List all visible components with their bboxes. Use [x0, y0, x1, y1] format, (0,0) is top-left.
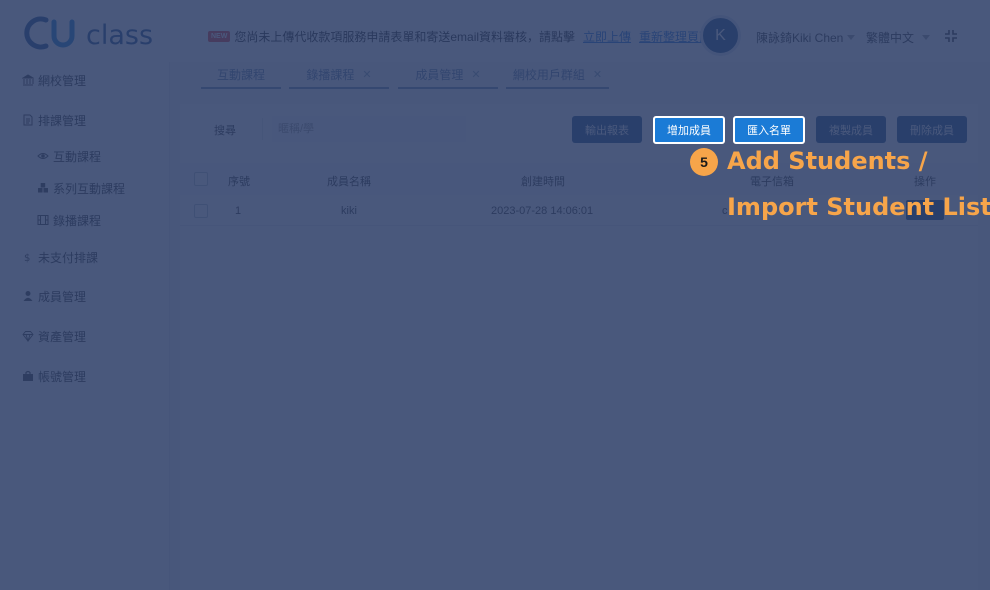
sidebar-item-label: 資產管理	[38, 329, 87, 344]
cell-created: 2023-07-28 14:06:01	[491, 205, 594, 217]
sidebar-item-label: 排課管理	[38, 113, 87, 128]
top-bar: class NEW 您尚未上傳代收款項服務申請表單和寄送email資料審核，請點…	[0, 0, 990, 62]
row-checkbox[interactable]	[194, 204, 208, 218]
import-list-button[interactable]: 匯入名單	[733, 116, 805, 144]
sidebar	[0, 62, 170, 590]
step-number-badge: 5	[690, 148, 718, 176]
delete-member-button[interactable]: 刪除成員	[897, 116, 967, 143]
close-icon[interactable]: ✕	[593, 68, 602, 81]
film-icon	[37, 215, 49, 225]
column-header-index: 序號	[228, 176, 250, 188]
dollar-icon: $	[24, 253, 30, 263]
chevron-down-icon	[847, 35, 856, 40]
sidebar-item-label: 成員管理	[38, 289, 87, 304]
tab-bar: 互動課程 錄播課程 ✕ 成員管理 ✕ 網校用戶群組 ✕	[200, 62, 610, 90]
sidebar-item-label: 未支付排課	[38, 250, 99, 265]
sidebar-item-label: 帳號管理	[38, 369, 87, 384]
avatar[interactable]: K	[700, 15, 741, 56]
search-input[interactable]	[272, 116, 466, 142]
close-icon[interactable]: ✕	[471, 68, 480, 81]
sidebar-item-members[interactable]: 成員管理	[22, 287, 86, 305]
sidebar-item-assets[interactable]: 資產管理	[22, 327, 86, 345]
sidebar-item-label: 系列互動課程	[53, 181, 126, 196]
language-select[interactable]: 繁體中文	[866, 29, 931, 46]
callout-line-2: Import Student List	[727, 193, 990, 221]
sidebar-item-label: 網校管理	[38, 73, 87, 88]
user-icon	[23, 291, 33, 301]
tab-label: 網校用戶群組	[512, 68, 585, 82]
sidebar-item-series-courses[interactable]: 系列互動課程	[37, 179, 125, 197]
diamond-icon	[22, 331, 34, 342]
eye-icon	[37, 153, 49, 159]
compress-icon[interactable]	[944, 29, 958, 43]
svg-text:$: $	[24, 253, 30, 263]
divider	[262, 118, 263, 140]
logo-wordmark: class	[86, 20, 153, 51]
bank-icon	[22, 74, 34, 86]
upload-now-link[interactable]: 立即上傳	[583, 28, 631, 45]
column-header-name: 成員名稱	[327, 176, 371, 188]
sidebar-item-school[interactable]: 網校管理	[22, 71, 86, 89]
select-all-checkbox[interactable]	[194, 172, 208, 186]
user-menu[interactable]: 陳詠錡Kiki Chen	[756, 29, 856, 46]
column-header-actions: 操作	[914, 176, 936, 188]
copy-member-button[interactable]: 複製成員	[816, 116, 886, 143]
sidebar-item-interactive-courses[interactable]: 互動課程	[37, 147, 101, 165]
tab-interactive-courses[interactable]: 互動課程	[201, 62, 281, 89]
tab-recorded-courses[interactable]: 錄播課程 ✕	[289, 62, 389, 89]
sidebar-item-scheduling[interactable]: 排課管理	[22, 111, 86, 129]
cell-index: 1	[235, 205, 242, 217]
tab-label: 錄播課程	[306, 68, 355, 82]
chevron-down-icon	[922, 35, 931, 40]
app-window: class NEW 您尚未上傳代收款項服務申請表單和寄送email資料審核，請點…	[0, 0, 990, 590]
new-badge: NEW	[208, 30, 231, 42]
callout-line-1: Add Students /	[727, 147, 928, 175]
tab-label: 成員管理	[415, 68, 464, 82]
tab-user-groups[interactable]: 網校用戶群組 ✕	[506, 62, 609, 89]
document-icon	[23, 114, 33, 126]
export-report-button[interactable]: 輸出報表	[572, 116, 642, 143]
tab-label: 互動課程	[216, 68, 265, 82]
sidebar-item-label: 互動課程	[53, 149, 102, 164]
sidebar-item-label: 錄播課程	[53, 213, 102, 228]
sidebar-item-account[interactable]: 帳號管理	[22, 367, 86, 385]
cell-name: kiki	[341, 205, 357, 217]
search-label: 搜尋	[214, 125, 236, 137]
notice-text: 您尚未上傳代收款項服務申請表單和寄送email資料審核，請點擊	[234, 29, 576, 44]
user-name: 陳詠錡Kiki Chen	[756, 31, 844, 45]
sidebar-item-unpaid[interactable]: $ 未支付排課	[22, 248, 98, 266]
cubes-icon	[38, 183, 48, 193]
column-header-created: 創建時間	[521, 176, 565, 188]
cuclass-logo[interactable]: class	[24, 14, 156, 52]
bag-icon	[23, 370, 33, 381]
language-label: 繁體中文	[866, 31, 915, 45]
add-member-button[interactable]: 增加成員	[653, 116, 725, 144]
notice-banner: NEW 您尚未上傳代收款項服務申請表單和寄送email資料審核，請點擊 立即上傳…	[208, 28, 711, 44]
tab-member-management[interactable]: 成員管理 ✕	[398, 62, 498, 89]
close-icon[interactable]: ✕	[362, 68, 371, 81]
column-header-email: 電子信箱	[750, 176, 794, 188]
sidebar-item-recorded-courses[interactable]: 錄播課程	[37, 211, 101, 229]
